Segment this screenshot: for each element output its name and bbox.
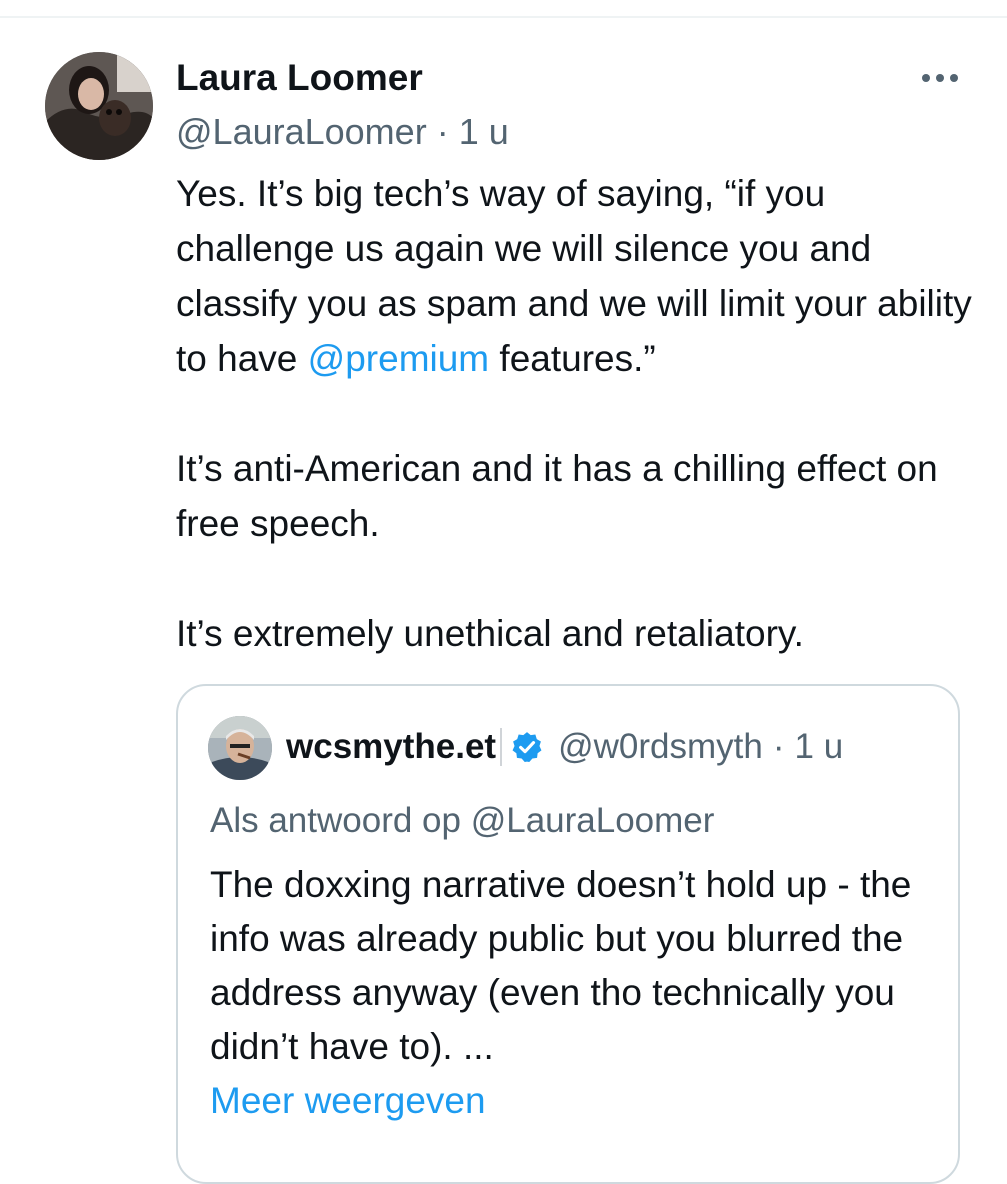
author-meta: @LauraLoomer · 1 u: [176, 110, 509, 154]
quote-author-handle[interactable]: @w0rdsmyth: [558, 724, 763, 770]
more-options-button[interactable]: [912, 58, 968, 98]
author-handle[interactable]: @LauraLoomer: [176, 111, 427, 152]
quote-time[interactable]: 1 u: [795, 724, 844, 770]
tweet-paragraph: Yes. It’s big tech’s way of saying, “if …: [176, 166, 976, 386]
name-truncation-divider: [500, 728, 503, 766]
quote-author-name[interactable]: wcsmythe.et: [286, 724, 496, 770]
quote-author-avatar[interactable]: [208, 716, 272, 780]
tweet-text: Yes. It’s big tech’s way of saying, “if …: [176, 166, 976, 661]
tweet[interactable]: Laura Loomer @LauraLoomer · 1 u Yes. It’…: [0, 0, 1007, 1184]
tweet-paragraph: It’s extremely unethical and retaliatory…: [176, 613, 804, 654]
quoted-tweet-card[interactable]: wcsmythe.et @w0rdsmyth · 1 u Als antwoor…: [176, 684, 960, 1184]
tweet-text-segment: features.”: [489, 338, 656, 379]
quote-meta-separator: ·: [772, 727, 785, 766]
premium-mention-link[interactable]: @premium: [308, 338, 489, 379]
author-avatar[interactable]: [45, 52, 153, 160]
tweet-time[interactable]: 1 u: [459, 111, 509, 152]
tweet-paragraph: It’s anti-American and it has a chilling…: [176, 448, 938, 544]
author-name[interactable]: Laura Loomer: [176, 56, 423, 100]
show-more-link[interactable]: Meer weergeven: [210, 1076, 486, 1126]
more-dots-icon: [922, 74, 958, 82]
verified-badge-icon: [510, 730, 544, 764]
quote-header: wcsmythe.et @w0rdsmyth · 1 u: [286, 724, 843, 770]
meta-separator: ·: [436, 111, 449, 152]
reply-context: Als antwoord op @LauraLoomer: [210, 801, 715, 840]
quote-text: The doxxing narrative doesn’t hold up - …: [210, 864, 912, 1067]
